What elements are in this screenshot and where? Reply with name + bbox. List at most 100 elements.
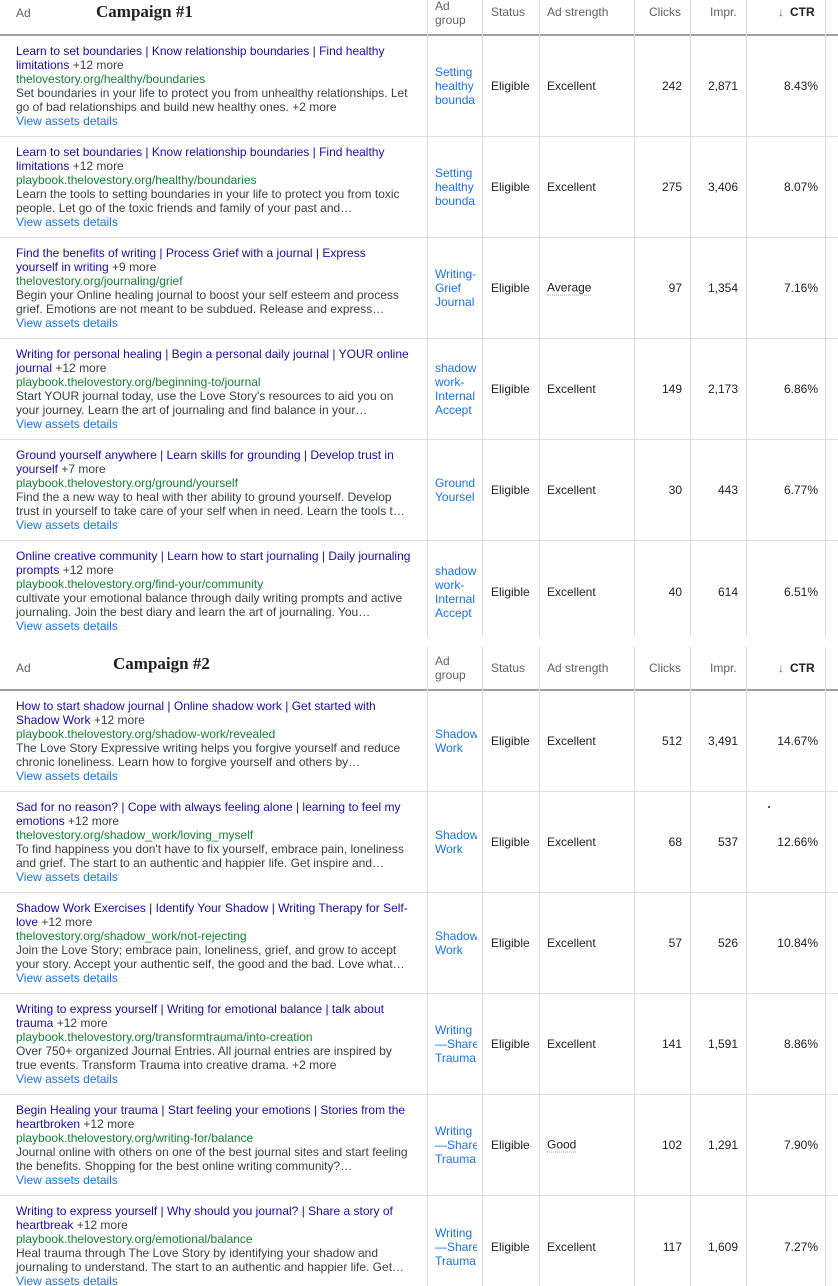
ad-group-link[interactable]: Writing —Share Trauma [435,1226,477,1268]
headline-more-count: +12 more [41,915,93,929]
ad-headline[interactable]: Learn to set boundaries | Know relations… [16,145,384,173]
ad-description: Start YOUR journal today, use the Love S… [16,389,394,417]
table-row[interactable]: Learn to set boundaries | Know relations… [0,137,838,238]
ad-group-name-line: Setting [435,65,473,79]
ad-headline[interactable]: Writing to express yourself | Why should… [16,1204,393,1232]
ad-preview: Find the benefits of writing | Process G… [16,246,411,330]
ad-group-name-line: Yoursel [435,490,475,504]
ad-group-link[interactable]: Setting healthy bounda [435,166,477,208]
clicks-cell: 512 [661,734,682,748]
ad-group-link[interactable]: Shadow Work [435,929,477,957]
column-divider [427,0,428,637]
headline-more-count: +12 more [93,713,145,727]
ad-group-link[interactable]: Setting healthy bounda [435,65,477,107]
column-header-ad-group[interactable]: Ad group [435,654,466,696]
ad-headline[interactable]: Find the benefits of writing | Process G… [16,246,366,274]
status-cell: Eligible [491,835,530,849]
table-row[interactable]: Find the benefits of writing | Process G… [0,238,838,339]
column-divider [825,647,826,1286]
column-divider [746,647,747,1286]
ctr-cell: 6.51% [783,584,818,599]
status-cell: Eligible [491,79,530,93]
ad-preview: Writing to express yourself | Why should… [16,1204,411,1286]
ad-group-link[interactable]: Writing —Share Trauma [435,1023,477,1065]
ad-display-url: thelovestory.org/shadow_work/not-rejecti… [16,929,247,943]
ad-description-block: Heal trauma through The Love Story by id… [16,1246,411,1274]
column-header-ctr[interactable]: ↓ CTR [778,5,815,39]
column-header-ad-group[interactable]: Ad group [435,0,466,33]
ad-preview: Learn to set boundaries | Know relations… [16,145,411,229]
ad-preview: Writing to express yourself | Writing fo… [16,1002,411,1086]
ad-strength-cell: Excellent [547,835,596,849]
ad-description-block: The Love Story Expressive writing helps … [16,741,411,769]
table-row[interactable]: Writing to express yourself | Writing fo… [0,994,838,1095]
table-row[interactable]: Online creative community | Learn how to… [0,541,838,642]
ad-group-name-line: Shadow [435,828,477,842]
view-assets-details-link[interactable]: View assets details [16,1274,411,1286]
ad-display-url: playbook.thelovestory.org/writing-for/ba… [16,1131,254,1145]
table-row[interactable]: Learn to set boundaries | Know relations… [0,36,838,137]
table-row[interactable]: How to start shadow journal | Online sha… [0,691,838,792]
ad-description-block: Journal online with others on one of the… [16,1145,411,1173]
column-divider [539,0,540,637]
table-row[interactable]: Shadow Work Exercises | Identify Your Sh… [0,893,838,994]
ad-headline[interactable]: Begin Healing your trauma | Start feelin… [16,1103,405,1131]
ad-group-link[interactable]: shadow work- Internal Accept [435,564,477,620]
view-assets-details-link[interactable]: View assets details [16,870,411,884]
impr-cell: 3,406 [707,180,738,194]
ad-group-name-line: Work [435,842,463,856]
clicks-cell: 57 [668,936,682,950]
arrow-down-icon: ↓ [778,5,784,19]
ad-group-name-line: Writing [435,1225,473,1240]
ad-headline-block: Writing to express yourself | Writing fo… [16,1002,411,1030]
table-row[interactable]: Begin Healing your trauma | Start feelin… [0,1095,838,1196]
view-assets-details-link[interactable]: View assets details [16,215,411,229]
ad-group-link[interactable]: shadow work- Internal Accept [435,361,477,417]
ad-headline[interactable]: Learn to set boundaries | Know relations… [16,44,384,72]
ctr-cell: 7.90% [783,1138,818,1152]
ad-preview: How to start shadow journal | Online sha… [16,699,411,783]
ad-description-block: Find the a new way to heal with ther abi… [16,490,411,518]
table-row[interactable]: Sad for no reason? | Cope with always fe… [0,792,838,893]
table-row[interactable]: Ground yourself anywhere | Learn skills … [0,440,838,541]
ad-group-name-line: —Share [435,1239,477,1254]
ad-preview: Begin Healing your trauma | Start feelin… [16,1103,411,1187]
table-row[interactable]: Writing for personal healing | Begin a p… [0,339,838,440]
view-assets-details-link[interactable]: View assets details [16,316,411,330]
view-assets-details-link[interactable]: View assets details [16,769,411,783]
ad-group-link[interactable]: Shadow Work [435,727,477,755]
column-header-status[interactable]: Status [491,5,525,39]
ad-group-link[interactable]: Shadow Work [435,828,477,856]
impr-cell: 537 [717,835,738,849]
column-header-ad-strength[interactable]: Ad strength [547,5,608,39]
ad-group-link[interactable]: Writing —Share Trauma [435,1124,477,1166]
column-header-impr[interactable]: Impr. [710,5,737,39]
ad-group-name-line: —Share [435,1037,477,1051]
ad-headline[interactable]: How to start shadow journal | Online sha… [16,699,376,727]
ad-display-url: playbook.thelovestory.org/emotional/bala… [16,1232,253,1246]
ad-headline-block: How to start shadow journal | Online sha… [16,699,411,727]
headline-more-count: +12 more [68,814,120,828]
table-row[interactable]: Writing to express yourself | Why should… [0,1196,838,1286]
impr-cell: 1,609 [707,1239,738,1254]
impr-cell: 1,354 [707,281,738,295]
view-assets-details-link[interactable]: View assets details [16,1072,411,1086]
status-cell: Eligible [491,1037,530,1051]
column-header-clicks[interactable]: Clicks [649,5,681,39]
view-assets-details-link[interactable]: View assets details [16,417,411,431]
ad-display-url: thelovestory.org/healthy/boundaries [16,72,206,86]
campaign-2-table: Ad Campaign #2 Ad group Status Ad strength Cli… [0,647,838,1286]
view-assets-details-link[interactable]: View assets details [16,1173,411,1187]
view-assets-details-link[interactable]: View assets details [16,114,411,128]
campaign-title: Campaign #1 [96,2,193,21]
headline-more-count: +12 more [72,159,124,173]
column-header-ad[interactable]: Ad [16,6,31,40]
ad-group-link[interactable]: Writing- Grief Journal [435,267,477,309]
ad-strength-cell: Excellent [547,734,596,748]
view-assets-details-link[interactable]: View assets details [16,619,411,633]
column-divider [690,647,691,1286]
view-assets-details-link[interactable]: View assets details [16,971,411,985]
headline-more-count: +12 more [55,361,107,375]
ad-group-link[interactable]: Ground Yoursel [435,476,477,504]
view-assets-details-link[interactable]: View assets details [16,518,411,532]
